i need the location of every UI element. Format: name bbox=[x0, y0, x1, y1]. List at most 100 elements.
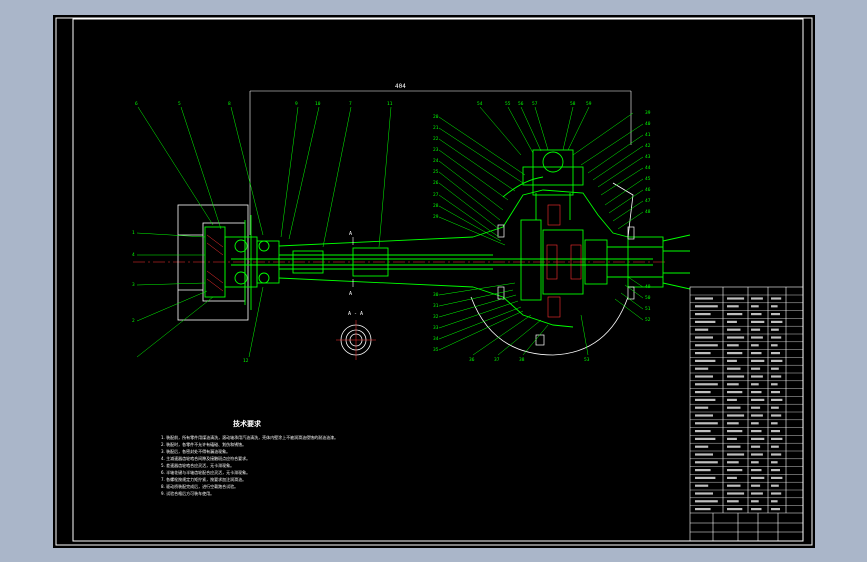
section-mark-bottom: A bbox=[349, 291, 352, 297]
parts-cell-text bbox=[695, 313, 711, 316]
parts-cell-text bbox=[751, 461, 759, 464]
callout-37: 37 bbox=[494, 357, 500, 363]
callout-56: 56 bbox=[518, 101, 524, 107]
parts-cell-text bbox=[751, 476, 765, 479]
parts-cell-text bbox=[695, 492, 713, 495]
section-label: A - A bbox=[348, 311, 363, 317]
callout-31: 31 bbox=[433, 303, 439, 309]
callout-24: 24 bbox=[433, 158, 439, 164]
parts-cell-text bbox=[751, 445, 761, 448]
callout-4: 4 bbox=[132, 252, 135, 258]
callout-28: 28 bbox=[433, 203, 439, 209]
parts-cell-text bbox=[727, 359, 737, 362]
parts-cell-text bbox=[695, 398, 716, 401]
parts-cell-text bbox=[695, 508, 711, 511]
parts-cell-text bbox=[771, 344, 778, 347]
parts-cell-text bbox=[727, 461, 739, 464]
parts-cell-text bbox=[771, 508, 780, 511]
parts-cell-text bbox=[751, 406, 761, 409]
parts-cell-text bbox=[695, 476, 716, 479]
parts-cell-text bbox=[695, 500, 718, 503]
callout-6: 6 bbox=[135, 101, 138, 107]
parts-cell-text bbox=[695, 437, 716, 440]
callout-11: 11 bbox=[387, 101, 393, 107]
callout-53: 53 bbox=[584, 357, 590, 363]
parts-cell-text bbox=[695, 461, 718, 464]
callout-49: 49 bbox=[645, 284, 651, 290]
parts-cell-text bbox=[751, 391, 762, 394]
callout-8: 8 bbox=[228, 101, 231, 107]
section-a-a-view bbox=[336, 320, 376, 360]
callout-7: 7 bbox=[349, 101, 352, 107]
callout-46: 46 bbox=[645, 187, 651, 193]
callout-27: 27 bbox=[433, 192, 439, 198]
parts-cell-text bbox=[771, 484, 779, 487]
parts-cell-text bbox=[727, 476, 737, 479]
bearing-hatching bbox=[206, 234, 224, 292]
housing-bolts bbox=[497, 224, 635, 346]
housing-cover bbox=[470, 182, 634, 356]
parts-cell-text bbox=[771, 430, 780, 433]
parts-cell-text bbox=[751, 367, 761, 370]
parts-cell-text bbox=[771, 297, 782, 300]
parts-cell-text bbox=[727, 320, 737, 323]
callout-32: 32 bbox=[433, 314, 439, 320]
note-line-6: 6. 半轴花键与半轴齿轮配合应灵活，无卡滞现象。 bbox=[161, 469, 250, 475]
notes-lines: 1. 装配前，所有零件用煤油清洗，滚动轴承用汽油清洗，壳体内壁涂上不被润滑油侵蚀… bbox=[161, 434, 338, 496]
parts-cell-text bbox=[751, 313, 762, 316]
callout-36: 36 bbox=[469, 357, 475, 363]
wheel-hub-parts bbox=[204, 215, 280, 310]
cad-drawing: 404 A A A - A 6 5 8 9 10 7 11 1 4 3 2 12… bbox=[55, 17, 813, 546]
parts-cell-text bbox=[751, 422, 759, 425]
parts-cell-text bbox=[771, 367, 779, 370]
parts-cell-text bbox=[695, 406, 709, 409]
parts-cell-text bbox=[751, 398, 765, 401]
parts-cell-text bbox=[751, 383, 759, 386]
callout-43: 43 bbox=[645, 154, 651, 160]
note-line-7: 7. 各螺栓按规定力矩拧紧，按要求加注润滑油。 bbox=[161, 476, 246, 482]
overall-dimension bbox=[249, 90, 632, 235]
parts-cell-text bbox=[771, 500, 778, 503]
parts-cell-text bbox=[771, 453, 782, 456]
parts-cell-text bbox=[695, 297, 713, 300]
callout-23: 23 bbox=[433, 147, 439, 153]
parts-cell-text bbox=[695, 359, 716, 362]
parts-cell-text bbox=[727, 453, 745, 456]
parts-cell-text bbox=[771, 375, 782, 378]
callout-38: 38 bbox=[519, 357, 525, 363]
callout-57: 57 bbox=[532, 101, 538, 107]
callout-35: 35 bbox=[433, 347, 439, 353]
wheel-hub-assembly bbox=[177, 204, 249, 321]
parts-cell-text bbox=[727, 328, 741, 331]
parts-cell-text bbox=[751, 328, 761, 331]
callout-20: 20 bbox=[433, 114, 439, 120]
parts-cell-text bbox=[695, 422, 718, 425]
parts-cell-text bbox=[727, 344, 739, 347]
parts-cell-text bbox=[695, 375, 713, 378]
parts-list-cells bbox=[695, 297, 783, 511]
parts-cell-text bbox=[695, 445, 709, 448]
parts-cell-text bbox=[771, 313, 780, 316]
parts-cell-text bbox=[695, 383, 718, 386]
parts-cell-text bbox=[751, 305, 759, 308]
note-line-8: 8. 驱动桥装配完成后，进行空载跑合试验。 bbox=[161, 483, 238, 489]
parts-cell-text bbox=[727, 445, 741, 448]
callout-1: 1 bbox=[132, 230, 135, 236]
section-mark-top: A bbox=[349, 231, 352, 237]
parts-cell-text bbox=[751, 320, 765, 323]
parts-cell-text bbox=[751, 508, 762, 511]
note-line-9: 9. 试验合格后方可装车使用。 bbox=[161, 490, 214, 496]
callout-54: 54 bbox=[477, 101, 483, 107]
notes-title: 技术要求 bbox=[233, 419, 262, 428]
note-line-4: 4. 主减速器齿轮啮合间隙及接触斑点应符合要求。 bbox=[161, 455, 250, 461]
parts-cell-text bbox=[771, 352, 780, 355]
parts-cell-text bbox=[751, 336, 763, 339]
parts-cell-text bbox=[771, 320, 783, 323]
callout-33: 33 bbox=[433, 325, 439, 331]
parts-cell-text bbox=[727, 414, 745, 417]
callout-39: 39 bbox=[645, 110, 651, 116]
parts-cell-text bbox=[727, 383, 739, 386]
parts-cell-text bbox=[751, 430, 762, 433]
parts-cell-text bbox=[771, 469, 780, 472]
parts-cell-text bbox=[727, 430, 743, 433]
